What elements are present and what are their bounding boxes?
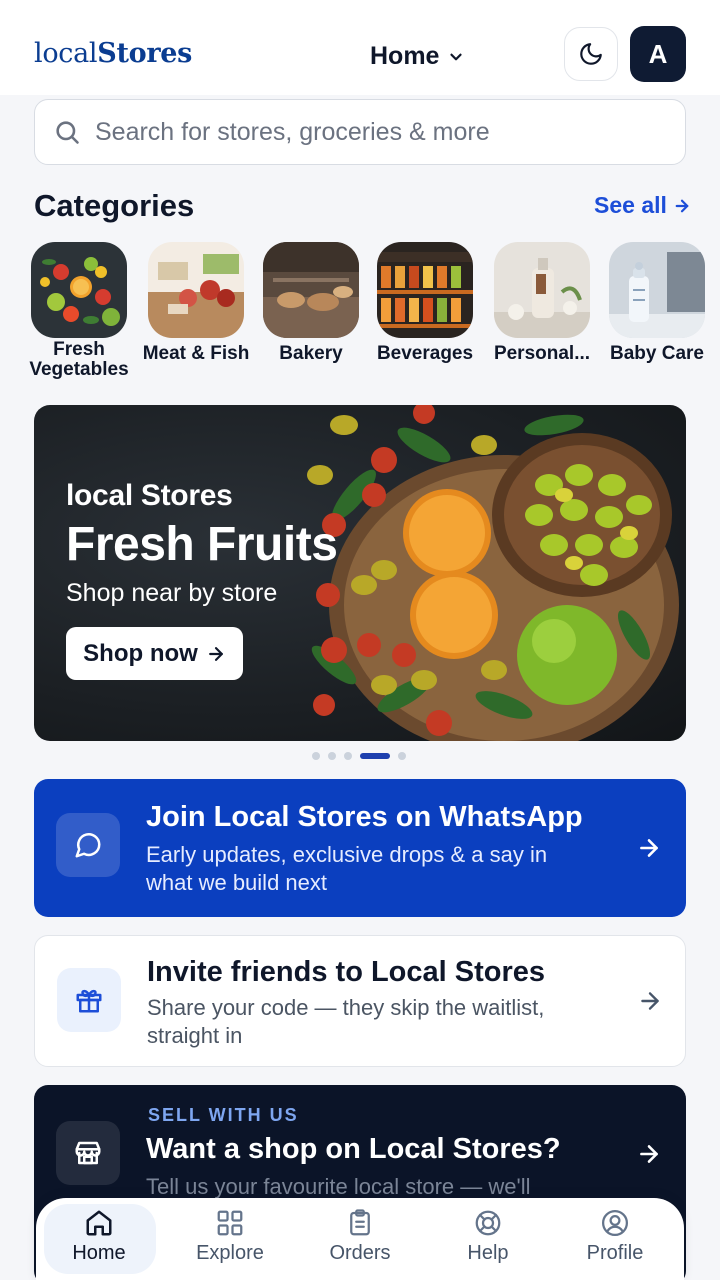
app-header: localStores Home A [0,0,720,95]
carousel-indicator [312,751,406,761]
moon-icon [580,43,602,65]
nav-orders[interactable]: Orders [305,1198,415,1280]
avatar-initial: A [648,38,668,69]
carousel-dot[interactable] [398,752,406,760]
nav-home[interactable]: Home [44,1198,156,1280]
nav-label: Explore [196,1242,264,1264]
whatsapp-card-title: Join Local Stores on WhatsApp [146,801,583,833]
category-label: Personal... [493,343,591,364]
bottom-navigation: Home Explore Orders Help Profile [36,1198,684,1280]
carousel-dot-active[interactable] [360,753,390,759]
arrow-right-icon [641,992,659,1010]
gift-icon [57,968,121,1032]
hero-subtitle: Shop near by store [66,579,278,607]
search-input[interactable] [95,117,655,147]
clipboard-icon [350,1209,370,1236]
carousel-dot[interactable] [344,752,352,760]
category-image [263,242,359,338]
categories-heading: Categories [34,188,195,223]
arrow-right-icon [208,646,223,661]
sell-card-title: Want a shop on Local Stores? [146,1133,561,1165]
arrow-right-icon [640,1145,658,1163]
category-image [494,242,590,338]
sell-eyebrow: SELL WITH US [148,1105,299,1125]
shop-now-button[interactable]: Shop now [66,627,243,680]
hero-brand: local Stores [66,479,233,512]
store-icon [56,1121,120,1185]
arrow-right-icon [675,199,689,212]
category-label: Bakery [279,343,343,364]
category-baby-care[interactable]: Baby Care [598,242,716,364]
category-personal-care[interactable]: Personal... [483,242,601,364]
nav-profile[interactable]: Profile [560,1198,670,1280]
nav-label: Home [72,1242,126,1264]
chat-bubble-icon [56,813,120,877]
arrow-right-icon [640,839,658,857]
category-beverages[interactable]: Beverages [366,242,484,364]
category-label: Beverages [376,343,474,364]
location-selector[interactable]: Home [370,42,465,71]
hero-title: Fresh Fruits [66,518,338,571]
location-label: Home [370,42,440,70]
nav-label: Orders [329,1242,391,1264]
grid-icon [217,1210,243,1236]
category-list: Fresh Vegetables Meat & Fish Bakery Beve… [0,242,720,387]
category-image [148,242,244,338]
app-logo[interactable]: localStores [34,38,192,69]
fruit-board-image [307,405,679,741]
nav-label: Profile [586,1242,644,1264]
whatsapp-card-desc: Early updates, exclusive drops & a say i… [146,842,548,895]
search-bar[interactable] [34,99,686,165]
home-icon [86,1210,112,1236]
whatsapp-join-card[interactable]: Join Local Stores on WhatsApp Early upda… [34,779,686,917]
lifebuoy-icon [475,1210,501,1236]
search-icon [56,121,79,144]
category-label: Meat & Fish [142,343,250,364]
hero-banner[interactable]: local Stores Fresh Fruits Shop near by s… [34,405,686,741]
invite-card-desc: Share your code — they skip the waitlist… [147,995,545,1048]
nav-label: Help [467,1242,509,1264]
category-label: Baby Care [610,343,704,364]
avatar[interactable]: A [630,26,686,82]
see-all-link[interactable]: See all [594,192,691,219]
category-image [31,242,127,338]
user-icon [602,1210,628,1236]
category-image [377,242,473,338]
category-image [609,242,705,338]
nav-explore[interactable]: Explore [175,1198,285,1280]
category-fresh-vegetables[interactable]: Fresh Vegetables [20,242,138,380]
nav-help[interactable]: Help [433,1198,543,1280]
carousel-dot[interactable] [312,752,320,760]
category-meat-fish[interactable]: Meat & Fish [137,242,255,364]
carousel-dot[interactable] [328,752,336,760]
sell-card-desc: Tell us your favourite local store — we'… [146,1174,531,1199]
invite-card-title: Invite friends to Local Stores [147,956,546,988]
chevron-down-icon [450,53,463,60]
category-label: Fresh Vegetables [29,339,129,380]
invite-friends-card[interactable]: Invite friends to Local Stores Share you… [34,935,686,1067]
category-bakery[interactable]: Bakery [252,242,370,364]
theme-toggle-button[interactable] [564,27,618,81]
